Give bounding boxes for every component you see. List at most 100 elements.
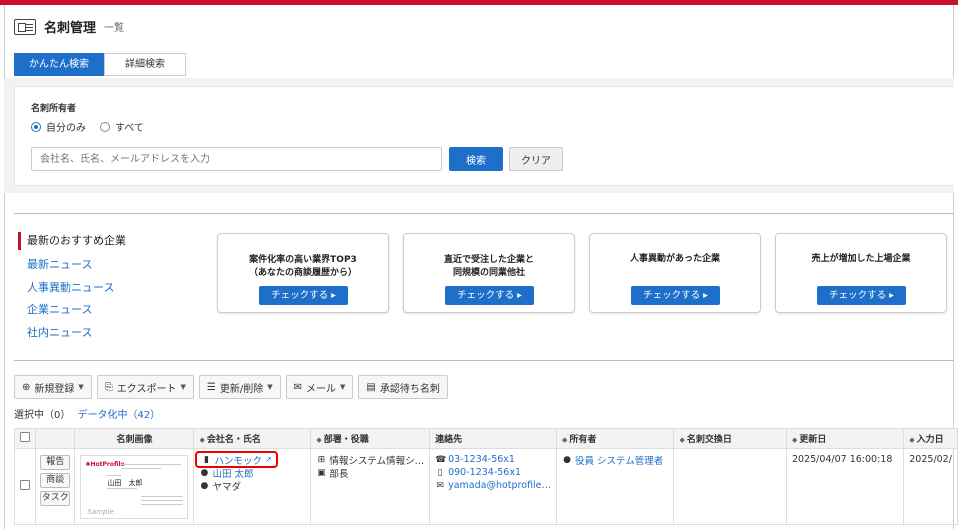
report-button[interactable]: 報告 xyxy=(40,455,71,470)
col-entered[interactable]: ◆ 入力日 xyxy=(903,428,958,449)
table-header-row: 名刺画像 ◆ 会社名・氏名 ◆ 部署・役職 連絡先 ◆ 所有者 ◆ 名刺交換日 ◆ 更新日… xyxy=(14,428,958,449)
person-icon: ● xyxy=(200,480,209,491)
mail-button[interactable]: ✉ メール ▼ xyxy=(285,375,354,399)
news-nav-internal[interactable]: 社内ニュース xyxy=(18,322,126,345)
card-title-line: （あなたの商談履歴から） xyxy=(248,268,357,278)
card-title: 直近で受注した企業と 同規模の同業他社 xyxy=(408,254,570,280)
updated-cell: 2025/04/07 16:00:18 xyxy=(785,448,905,525)
col-card-image: 名刺画像 xyxy=(74,428,195,449)
selected-count: 選択中（0） xyxy=(14,410,71,421)
check-button[interactable]: チェックする ▸ xyxy=(817,286,906,305)
check-button[interactable]: チェックする ▸ xyxy=(445,286,534,305)
new-register-button[interactable]: ⊕ 新規登録 ▼ xyxy=(14,375,92,399)
person-icon: ● xyxy=(200,467,209,478)
col-contact: 連絡先 xyxy=(429,428,558,449)
page-header: 名刺管理 一覧 xyxy=(14,17,124,36)
deal-button[interactable]: 商談 xyxy=(40,473,71,488)
page-title: 名刺管理 xyxy=(44,21,97,36)
job-title: 部長 xyxy=(329,468,349,480)
news-nav-company[interactable]: 企業ニュース xyxy=(18,299,126,322)
mobile-icon: ▯ xyxy=(437,467,443,478)
business-card-thumbnail[interactable]: ✱HotProfile 山田 太郎 Sample xyxy=(80,455,189,519)
digitizing-link[interactable]: データ化中（42） xyxy=(78,410,161,421)
export-icon: ⎘ xyxy=(104,381,113,393)
phone-link[interactable]: 03-1234-56x1 xyxy=(448,454,515,465)
person-name[interactable]: 山田 太郎 xyxy=(212,466,253,480)
col-owner[interactable]: ◆ 所有者 xyxy=(556,428,675,449)
news-nav-personnel[interactable]: 人事異動ニュース xyxy=(18,277,126,300)
row-actions: 報告 商談 タスク xyxy=(34,448,76,525)
select-all-cell xyxy=(14,428,36,449)
tab-advanced-search[interactable]: 詳細検索 xyxy=(104,53,186,76)
task-button[interactable]: タスク xyxy=(40,491,71,506)
button-label: エクスポート xyxy=(116,383,177,395)
updated-date: 2025/04/07 16:00:18 xyxy=(791,454,893,465)
company-name: ハンモック xyxy=(214,455,262,467)
card-title-line: 人事異動があった企業 xyxy=(629,254,720,264)
clear-button[interactable]: クリア xyxy=(509,147,563,171)
col-company-name[interactable]: ◆ 会社名・氏名 xyxy=(193,428,312,449)
owner-label: 名刺所有者 xyxy=(31,104,77,114)
id-card-icon: ▣ xyxy=(317,467,326,478)
col-exchange-date[interactable]: ◆ 名刺交換日 xyxy=(673,428,787,449)
card-title-line: 直近で受注した企業と xyxy=(443,255,534,265)
external-link-icon: ↗ xyxy=(265,455,272,464)
button-label: 更新/削除 xyxy=(219,383,264,395)
news-nav-latest[interactable]: 最新ニュース xyxy=(18,254,126,277)
card-title-line: 同規模の同業他社 xyxy=(452,268,525,278)
column-label: 会社名・氏名 xyxy=(206,435,261,445)
recommendation-card: 直近で受注した企業と 同規模の同業他社 チェックする ▸ xyxy=(403,233,575,313)
caret-down-icon: ▼ xyxy=(78,383,84,391)
col-updated[interactable]: ◆ 更新日 xyxy=(785,428,905,449)
department: 情報システム情報シ… xyxy=(329,455,425,467)
sort-icon: ◆ xyxy=(909,436,915,444)
mobile-link[interactable]: 090-1234-56x1 xyxy=(448,467,521,478)
card-icon: ▤ xyxy=(366,381,376,393)
owner-radio-mine[interactable]: 自分のみ xyxy=(31,119,86,134)
contact-cell: ☎ 03-1234-56x1 ▯ 090-1234-56x1 ✉ yamada@hot… xyxy=(429,448,558,525)
business-card-table: 名刺画像 ◆ 会社名・氏名 ◆ 部署・役職 連絡先 ◆ 所有者 ◆ 名刺交換日 ◆ 更新日… xyxy=(14,428,958,525)
select-all-checkbox[interactable] xyxy=(20,432,30,442)
column-label: 入力日 xyxy=(916,435,944,445)
email-link[interactable]: yamada@hotprofile… xyxy=(448,480,551,491)
divider xyxy=(14,213,954,214)
caret-down-icon: ▼ xyxy=(340,383,346,391)
column-label: 所有者 xyxy=(569,435,597,445)
check-button[interactable]: チェックする ▸ xyxy=(259,286,348,305)
list-icon: ☰ xyxy=(206,381,216,393)
tab-simple-search[interactable]: かんたん検索 xyxy=(14,53,104,76)
sort-icon: ◆ xyxy=(679,436,685,444)
column-label: 更新日 xyxy=(799,435,827,445)
button-label: 承認待ち名刺 xyxy=(379,383,440,395)
news-nav-recommended[interactable]: 最新のおすすめ企業 xyxy=(18,232,126,250)
owner-cell: ● 役員 システム管理者 xyxy=(556,448,675,525)
selection-status: 選択中（0） データ化中（42） xyxy=(14,406,160,421)
pending-cards-button[interactable]: ▤ 承認待ち名刺 xyxy=(358,375,448,399)
row-checkbox[interactable] xyxy=(20,480,30,490)
owner-option-label: すべて xyxy=(115,123,144,134)
card-title: 売上が増加した上場企業 xyxy=(780,253,942,266)
owner-link[interactable]: 役員 システム管理者 xyxy=(575,453,663,467)
entered-cell: 2025/02/ xyxy=(903,448,958,525)
entered-date: 2025/02/ xyxy=(909,454,952,465)
recommendation-card: 案件化率の高い業界TOP3 （あなたの商談履歴から） チェックする ▸ xyxy=(217,233,389,313)
owner-radio-all[interactable]: すべて xyxy=(100,119,144,134)
export-button[interactable]: ⎘ エクスポート ▼ xyxy=(96,375,194,399)
table-row: 報告 商談 タスク ✱HotProfile 山田 太郎 Sample ▮ ハンモ… xyxy=(14,448,958,525)
check-button[interactable]: チェックする ▸ xyxy=(631,286,720,305)
card-image-cell: ✱HotProfile 山田 太郎 Sample xyxy=(74,448,195,525)
sort-icon: ◆ xyxy=(316,436,322,444)
list-toolbar: ⊕ 新規登録 ▼ ⎘ エクスポート ▼ ☰ 更新/削除 ▼ ✉ メール ▼ ▤ … xyxy=(14,375,448,399)
card-watermark: Sample xyxy=(87,508,114,516)
search-button[interactable]: 検索 xyxy=(449,147,503,171)
button-label: メール xyxy=(306,383,336,395)
search-panel: 名刺所有者 自分のみ すべて 検索 クリア xyxy=(14,86,954,186)
update-delete-button[interactable]: ☰ 更新/削除 ▼ xyxy=(198,375,281,399)
search-tabs: かんたん検索 詳細検索 xyxy=(14,53,186,76)
button-label: 新規登録 xyxy=(34,383,75,395)
building-icon: ▮ xyxy=(204,454,209,465)
col-department[interactable]: ◆ 部署・役職 xyxy=(310,428,431,449)
department-cell: ⊞ 情報システム情報シ… ▣ 部長 xyxy=(310,448,431,525)
search-input[interactable] xyxy=(31,147,442,171)
envelope-icon: ✉ xyxy=(293,381,302,393)
